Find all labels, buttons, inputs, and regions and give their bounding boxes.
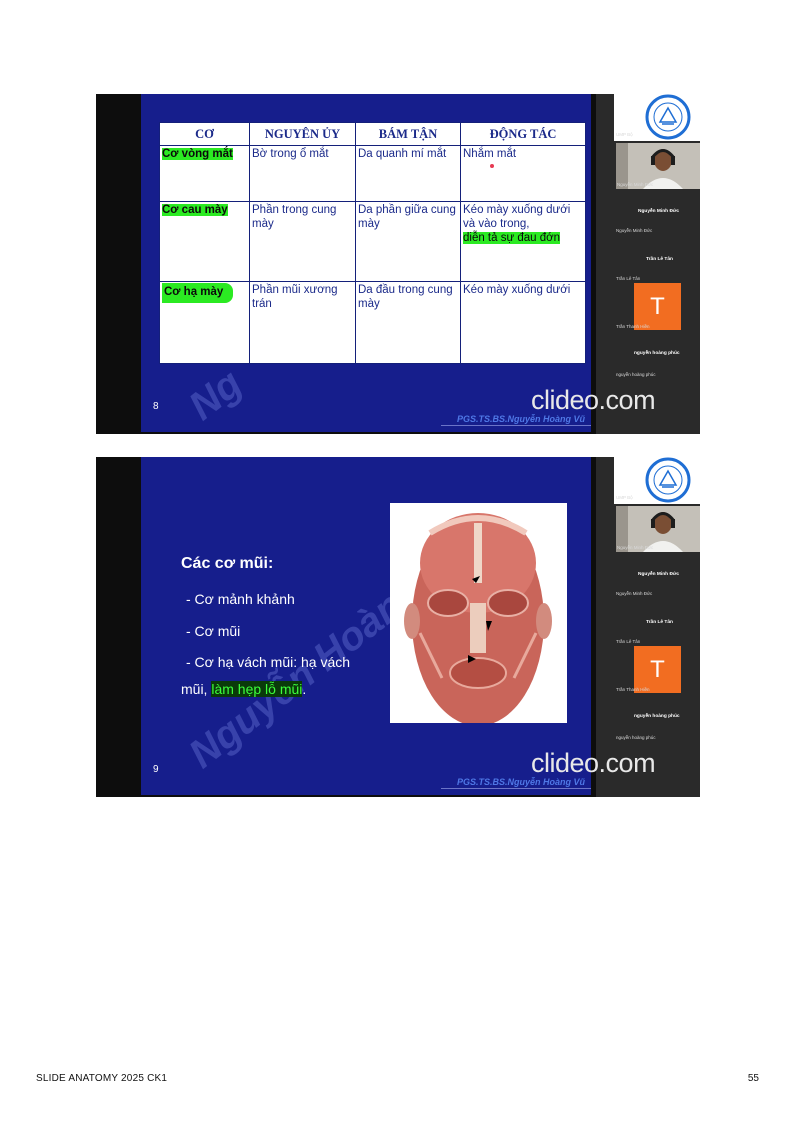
participant-sub: nguyễn hoàng phúc bbox=[616, 735, 656, 740]
table-cell: Kéo mày xuống dưới bbox=[460, 281, 586, 364]
table-cell: Cơ hạ mày bbox=[159, 281, 250, 364]
participants-panel: UMP Bộ Nguyễn Minh Đức Nguyễn Minh Đức N… bbox=[596, 94, 700, 434]
table-cell: Da phần giữa cung mày bbox=[355, 201, 461, 282]
participant-sub: Nguyễn Minh Đức bbox=[616, 591, 653, 596]
bullet-item: - Cơ mảnh khảnh bbox=[186, 591, 295, 607]
slide-9: Nguyễn Hoàng Các cơ mũi: - Cơ mảnh khảnh… bbox=[141, 457, 591, 795]
slide-watermark: Ng bbox=[181, 361, 251, 429]
table-header: CƠ bbox=[159, 122, 250, 146]
slide-title: Các cơ mũi: bbox=[181, 555, 274, 572]
bullet-item: - Cơ hạ vách mũi: hạ vách bbox=[186, 654, 351, 670]
camera-caption: Nguyễn Minh Đức bbox=[617, 182, 654, 187]
participant-video[interactable]: Nguyễn Minh Đức bbox=[616, 506, 700, 552]
table-cell: Kéo mày xuống dưới và vào trong, diễn tả … bbox=[460, 201, 586, 282]
table-row: Cơ cau mày Phần trong cung mày Da phần g… bbox=[159, 201, 586, 282]
lecture-screenshot-2: Nguyễn Hoàng Các cơ mũi: - Cơ mảnh khảnh… bbox=[96, 457, 700, 797]
bullet-continuation: mũi, làm hẹp lỗ mũi. bbox=[181, 681, 307, 697]
divider bbox=[441, 425, 591, 426]
highlighted-text: diễn tả sự đau đớn bbox=[463, 232, 561, 244]
table-cell: Cơ vòng mắt bbox=[159, 145, 250, 202]
table-row: Cơ vòng mắt Bờ trong ổ mắt Da quanh mí m… bbox=[159, 145, 586, 202]
slide-number: 9 bbox=[153, 764, 159, 775]
participant-name: Trần Lê Tân bbox=[646, 620, 673, 625]
slide-8: Ng CƠ NGUYÊN ỦY BÁM TẬN ĐỘNG TÁC Cơ vòng… bbox=[141, 94, 591, 432]
avatar-caption: Trần Thanh Hiền bbox=[616, 324, 650, 329]
table-header: BÁM TẬN bbox=[355, 122, 461, 146]
participant-name: Trần Lê Tân bbox=[646, 257, 673, 262]
host-label: UMP Bộ bbox=[616, 495, 633, 500]
participant-name: Nguyễn Minh Đức bbox=[638, 209, 680, 214]
slide-number: 8 bbox=[153, 401, 159, 412]
table-cell: Nhắm mắt bbox=[460, 145, 586, 202]
clideo-watermark: clideo.com bbox=[531, 385, 656, 415]
table-cell: Bờ trong ổ mắt bbox=[249, 145, 356, 202]
highlighted-text: làm hẹp lỗ mũi bbox=[211, 681, 303, 697]
avatar-caption: Trần Thanh Hiền bbox=[616, 687, 650, 692]
participant-sub: Nguyễn Minh Đức bbox=[616, 228, 653, 233]
participants-panel: UMP Bộ Nguyễn Minh Đức Nguyễn Minh Đức N… bbox=[596, 457, 700, 797]
muscle-table: CƠ NGUYÊN ỦY BÁM TẬN ĐỘNG TÁC Cơ vòng mắ… bbox=[159, 122, 586, 364]
table-cell: Da đầu trong cung mày bbox=[355, 281, 461, 364]
table-cell: Da quanh mí mắt bbox=[355, 145, 461, 202]
pointer-dot bbox=[490, 164, 494, 168]
table-cell: Phần trong cung mày bbox=[249, 201, 356, 282]
camera-caption: Nguyễn Minh Đức bbox=[617, 545, 654, 550]
table-row: Cơ hạ mày Phần mũi xương trán Da đầu tro… bbox=[159, 281, 586, 364]
facial-muscles-illustration bbox=[390, 503, 567, 723]
participant-name: Nguyễn Minh Đức bbox=[638, 572, 680, 577]
participant-avatar[interactable]: T bbox=[634, 646, 681, 693]
participant-sub: nguyễn hoàng phúc bbox=[616, 372, 656, 377]
lecture-screenshot-1: Ng CƠ NGUYÊN ỦY BÁM TẬN ĐỘNG TÁC Cơ vòng… bbox=[96, 94, 700, 434]
document-footer-title: SLIDE ANATOMY 2025 CK1 bbox=[36, 1073, 168, 1084]
participant-avatar[interactable]: T bbox=[634, 283, 681, 330]
bullet-item: - Cơ mũi bbox=[186, 623, 241, 639]
table-header: ĐỘNG TÁC bbox=[460, 122, 586, 146]
page-number: 55 bbox=[747, 1073, 759, 1084]
table-header: NGUYÊN ỦY bbox=[249, 122, 356, 146]
participant-name: nguyễn hoàng phúc bbox=[634, 714, 680, 719]
divider bbox=[441, 788, 591, 789]
table-header-row: CƠ NGUYÊN ỦY BÁM TẬN ĐỘNG TÁC bbox=[159, 122, 586, 146]
table-cell: Cơ cau mày bbox=[159, 201, 250, 282]
participant-name: nguyễn hoàng phúc bbox=[634, 351, 680, 356]
participant-sub: Trần Lê Tân bbox=[616, 276, 641, 281]
participant-sub: Trần Lê Tân bbox=[616, 639, 641, 644]
table-cell: Phần mũi xương trán bbox=[249, 281, 356, 364]
host-label: UMP Bộ bbox=[616, 132, 633, 137]
participant-video[interactable]: Nguyễn Minh Đức bbox=[616, 143, 700, 189]
clideo-watermark: clideo.com bbox=[531, 748, 656, 778]
